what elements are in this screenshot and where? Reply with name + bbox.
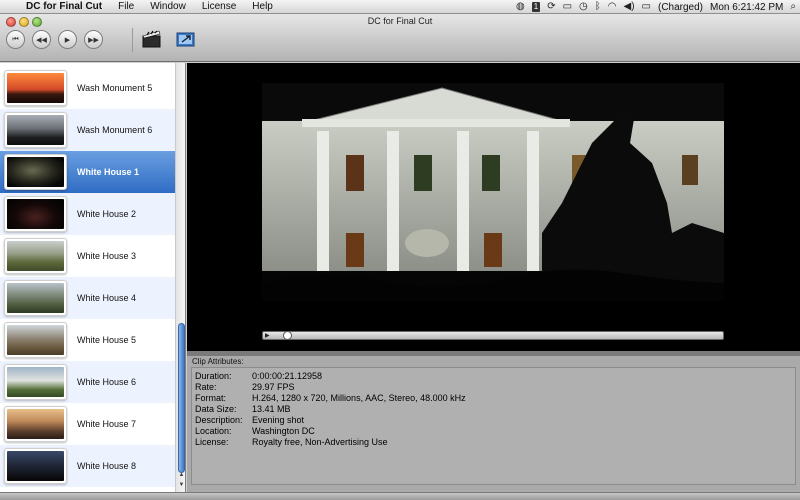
menu-window[interactable]: Window	[142, 0, 194, 14]
menu-license[interactable]: License	[194, 0, 244, 14]
menu-extras: ◍ 1 ⟳ ▭ ◷ ᛒ ◠ ◀) ▭ (Charged) Mon 6:21:42…	[516, 0, 796, 14]
menu-file[interactable]: File	[110, 0, 142, 14]
window-title: DC for Final Cut	[367, 16, 433, 26]
list-item[interactable]: Wash Monument 6	[0, 109, 175, 151]
network-globe-icon[interactable]: ◍	[516, 0, 525, 14]
app-menu[interactable]: DC for Final Cut	[22, 0, 110, 14]
list-item[interactable]: White House 6	[0, 361, 175, 403]
sync-icon[interactable]: ⟳	[547, 0, 555, 14]
attribute-value: H.264, 1280 x 720, Millions, AAC, Stereo…	[252, 393, 466, 403]
bluetooth-icon[interactable]: ᛒ	[595, 0, 601, 14]
attribute-label: Location:	[195, 426, 232, 436]
scrubber-play-icon[interactable]: ▶	[265, 332, 270, 340]
clip-thumbnail	[4, 280, 67, 316]
attribute-label: Format:	[195, 393, 227, 403]
attribute-row: Format: H.264, 1280 x 720, Millions, AAC…	[195, 393, 466, 404]
clip-name: White House 5	[77, 335, 137, 345]
clip-name: White House 2	[77, 209, 137, 219]
wifi-icon[interactable]: ◠	[608, 0, 617, 14]
spotlight-icon[interactable]: ⌕	[790, 0, 796, 14]
clip-thumbnail	[4, 154, 67, 190]
list-item[interactable]: White House 5	[0, 319, 175, 361]
export-frame-icon[interactable]	[176, 30, 196, 48]
attribute-row: Description: Evening shot	[195, 415, 304, 426]
time-machine-icon[interactable]: ◷	[579, 0, 588, 14]
skip-back-button[interactable]: ⏮	[6, 30, 25, 49]
attribute-row: Data Size: 13.41 MB	[195, 404, 291, 415]
attribute-label: Rate:	[195, 382, 217, 392]
clip-thumbnail	[4, 238, 67, 274]
clip-thumbnail	[4, 364, 67, 400]
clip-thumbnail	[4, 322, 67, 358]
attribute-value: 0:00:00:21.12958	[252, 371, 323, 381]
attribute-row: Location: Washington DC	[195, 426, 315, 437]
menu-clock[interactable]: Mon 6:21:42 PM	[710, 2, 783, 13]
clip-thumbnail	[4, 196, 67, 232]
rewind-button[interactable]: ◀◀	[32, 30, 51, 49]
attribute-label: Description:	[195, 415, 243, 425]
volume-icon[interactable]: ◀)	[624, 0, 635, 14]
menu-bar: DC for Final Cut File Window License Hel…	[0, 0, 800, 14]
battery-status[interactable]: (Charged)	[658, 2, 703, 13]
clapperboard-icon[interactable]	[142, 30, 162, 48]
scrubber-knob[interactable]	[282, 331, 292, 340]
battery-icon[interactable]: ▭	[642, 0, 651, 14]
clip-list[interactable]: Wash Monument 5 Wash Monument 6 White Ho…	[0, 63, 186, 500]
clip-attributes-title: Clip Attributes:	[192, 357, 244, 366]
playback-scrubber[interactable]: ▶	[262, 331, 724, 340]
skip-back-icon: ⏮	[12, 35, 19, 43]
attribute-value: 29.97 FPS	[252, 382, 295, 392]
rewind-icon: ◀◀	[36, 36, 47, 44]
attribute-value: 13.41 MB	[252, 404, 291, 414]
clip-name: White House 4	[77, 293, 137, 303]
menu-help[interactable]: Help	[244, 0, 281, 14]
clip-name: Wash Monument 6	[77, 125, 153, 135]
attribute-row: License: Royalty free, Non-Advertising U…	[195, 437, 388, 448]
clip-name: White House 8	[77, 461, 137, 471]
list-item[interactable]: White House 7	[0, 403, 175, 445]
app-window: DC for Final Cut ⏮ ◀◀ ▶ ▶▶ Wash Monument…	[0, 14, 800, 500]
clip-name: White House 1	[77, 167, 140, 177]
clip-thumbnail	[4, 406, 67, 442]
play-button[interactable]: ▶	[58, 30, 77, 49]
clip-list-scrollbar[interactable]: ▲ ▼	[175, 63, 185, 500]
attribute-label: Data Size:	[195, 404, 237, 414]
title-bar: DC for Final Cut ⏮ ◀◀ ▶ ▶▶	[0, 14, 800, 62]
list-item[interactable]: White House 4	[0, 277, 175, 319]
fast-forward-button[interactable]: ▶▶	[84, 30, 103, 49]
clip-attributes-panel: Clip Attributes: Duration: 0:00:00:21.12…	[187, 356, 800, 492]
clip-thumbnail	[4, 448, 67, 484]
attribute-value: Washington DC	[252, 426, 315, 436]
clip-thumbnail	[4, 70, 67, 106]
attribute-label: Duration:	[195, 371, 232, 381]
list-item[interactable]: White House 1	[0, 151, 175, 193]
fast-forward-icon: ▶▶	[88, 36, 99, 44]
video-preview[interactable]: ▶	[187, 63, 800, 351]
scroll-down-icon[interactable]: ▼	[177, 481, 185, 490]
scrollbar-thumb[interactable]	[178, 323, 185, 473]
calendar-badge[interactable]: 1	[531, 2, 541, 12]
scroll-up-icon[interactable]: ▲	[177, 471, 185, 480]
list-item[interactable]: Wash Monument 5	[0, 67, 175, 109]
play-icon: ▶	[64, 36, 71, 44]
list-item[interactable]: White House 8	[0, 445, 175, 487]
display-icon[interactable]: ▭	[563, 0, 572, 14]
clip-name: White House 6	[77, 377, 137, 387]
list-item[interactable]: White House 3	[0, 235, 175, 277]
list-item[interactable]: White House 2	[0, 193, 175, 235]
attribute-row: Duration: 0:00:00:21.12958	[195, 371, 322, 382]
toolbar-divider	[132, 28, 133, 52]
clip-attributes-table: Duration: 0:00:00:21.12958 Rate: 29.97 F…	[191, 367, 796, 485]
clip-name: White House 7	[77, 419, 137, 429]
window-bottom-bar	[0, 492, 800, 500]
video-frame	[262, 83, 724, 301]
clip-name: White House 3	[77, 251, 137, 261]
attribute-row: Rate: 29.97 FPS	[195, 382, 295, 393]
attribute-label: License:	[195, 437, 229, 447]
clip-name: Wash Monument 5	[77, 83, 153, 93]
clip-thumbnail	[4, 112, 67, 148]
attribute-value: Royalty free, Non-Advertising Use	[252, 437, 388, 447]
attribute-value: Evening shot	[252, 415, 305, 425]
